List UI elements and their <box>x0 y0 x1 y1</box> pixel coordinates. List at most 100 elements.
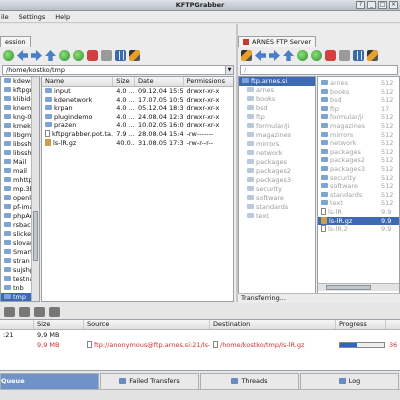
tree-item[interactable]: packages <box>239 158 315 167</box>
col-permissions[interactable]: Permissions <box>184 77 233 86</box>
remote-path-field[interactable]: / <box>240 65 398 75</box>
file-row[interactable]: bsd 512 <box>318 96 399 105</box>
tree-item[interactable]: bsd <box>239 104 315 113</box>
tree-item[interactable]: mirrors <box>239 140 315 149</box>
file-row[interactable]: text 512 <box>318 199 399 208</box>
menu-settings[interactable]: Settings <box>18 13 47 21</box>
tab-failed-transfers[interactable]: Failed Transfers <box>100 373 199 389</box>
file-row[interactable]: ls-lR.gz 9.9 <box>318 216 399 226</box>
forward-icon[interactable] <box>269 50 280 61</box>
col-size[interactable]: Size <box>113 77 136 86</box>
queue-col-progress[interactable]: Progress <box>336 320 386 329</box>
edit-icon[interactable] <box>367 50 378 61</box>
file-row[interactable]: software 512 <box>318 182 399 191</box>
view-icon[interactable] <box>353 50 364 61</box>
file-row[interactable]: plugindemo 4.0 ... 24.08.04 12:36 drwxr-xr-… <box>42 113 233 122</box>
tree-item[interactable]: standards <box>239 203 315 212</box>
view-icon[interactable] <box>115 50 126 61</box>
file-row[interactable]: kdenetwork 4.0 ... 17.07.05 10:51 drwxr-xr-… <box>42 96 233 105</box>
file-row[interactable]: magazines 512 <box>318 122 399 131</box>
queue-col-destination[interactable]: Destination <box>210 320 336 329</box>
home-icon[interactable] <box>73 50 84 61</box>
up-icon[interactable] <box>45 50 56 61</box>
tree-item[interactable]: network <box>239 149 315 158</box>
stop-icon[interactable] <box>87 50 98 61</box>
close-icon[interactable]: × <box>389 1 398 9</box>
file-row[interactable]: formular/ji 512 <box>318 113 399 122</box>
queue-col-source[interactable]: Source <box>84 320 210 329</box>
reload-icon[interactable] <box>59 50 70 61</box>
tab-log[interactable]: Log <box>300 373 399 389</box>
tree-item-root[interactable]: ftp.arnes.si <box>239 77 315 86</box>
queue-row[interactable]: 9,9 MB ftp://anonymous@ftp.arnes.si:21/ls… <box>0 340 400 350</box>
file-name: ls-lR.2 <box>328 225 348 234</box>
back-icon[interactable] <box>255 50 266 61</box>
menu-file[interactable]: ile <box>0 13 10 21</box>
tab-local-session[interactable]: ession <box>0 36 31 47</box>
file-row[interactable]: books 512 <box>318 88 399 97</box>
local-path-field[interactable]: /home/kostko/tmp ▼ <box>2 65 234 75</box>
file-row[interactable]: security 512 <box>318 174 399 183</box>
tree-item[interactable]: packages2 <box>239 167 315 176</box>
file-row[interactable]: ls-lR.gz 40.0... 31.08.05 17:31 -rw-r--r-- <box>42 138 233 148</box>
file-row[interactable]: packages2 512 <box>318 156 399 165</box>
tree-item[interactable]: books <box>239 95 315 104</box>
file-row[interactable]: input 4.0 ... 09.12.04 15:51 drwxr-xr-x <box>42 87 233 96</box>
file-row[interactable]: standards 512 <box>318 191 399 200</box>
queue-col-extra[interactable] <box>386 320 400 329</box>
menu-help[interactable]: Help <box>54 13 71 21</box>
folder-icon <box>4 141 11 146</box>
file-row[interactable]: arnes 512 <box>318 79 399 88</box>
disconnect-icon[interactable] <box>241 50 252 61</box>
tab-threads[interactable]: Threads <box>200 373 299 389</box>
tree-item[interactable]: formular/ji <box>239 122 315 131</box>
stop-icon[interactable] <box>325 50 336 61</box>
queue-col-size[interactable]: Size <box>34 320 84 329</box>
filter-icon[interactable] <box>101 50 112 61</box>
file-row[interactable]: ls-lR.2 9.9 <box>318 225 399 234</box>
home-icon[interactable] <box>311 50 322 61</box>
file-row[interactable]: packages 512 <box>318 148 399 157</box>
file-size: 4.0 ... <box>116 104 135 113</box>
back-icon[interactable] <box>17 50 28 61</box>
queue-row[interactable]: :21 9,9 MB <box>0 330 400 340</box>
minimize-icon[interactable]: _ <box>367 1 376 9</box>
col-date[interactable]: Date <box>135 77 184 86</box>
remote-list-hscroll[interactable] <box>318 283 399 291</box>
queue-filter-icon[interactable] <box>49 307 60 317</box>
queue-remove-icon[interactable] <box>34 307 45 317</box>
col-name[interactable]: Name <box>42 77 114 86</box>
chevron-down-icon[interactable]: ▼ <box>225 66 233 74</box>
tree-item[interactable]: magazines <box>239 131 315 140</box>
local-tree-scrollbar[interactable] <box>31 77 39 301</box>
file-row[interactable]: network 512 <box>318 139 399 148</box>
tree-item[interactable]: packages3 <box>239 176 315 185</box>
filter-icon[interactable] <box>339 50 350 61</box>
tree-item[interactable]: ftp <box>239 113 315 122</box>
maximize-icon[interactable]: □ <box>378 1 387 9</box>
file-row[interactable]: kftpgrabber.pot.ta... 7.9 ... 28.08.04 15:… <box>42 129 233 139</box>
folder-icon <box>45 113 52 119</box>
tree-item[interactable]: text <box>239 212 315 221</box>
forward-icon[interactable] <box>31 50 42 61</box>
tree-item[interactable]: security <box>239 185 315 194</box>
file-row[interactable]: ftp 17 <box>318 105 399 114</box>
tree-item[interactable]: arnes <box>239 86 315 95</box>
file-row[interactable]: ls-lR 9.9 <box>318 207 399 217</box>
file-row[interactable]: mirrors 512 <box>318 131 399 140</box>
queue-start-icon[interactable] <box>4 307 15 317</box>
tree-item[interactable]: software <box>239 194 315 203</box>
tab-remote-session[interactable]: ARNES FTP Server <box>238 36 317 47</box>
queue-stop-icon[interactable] <box>19 307 30 317</box>
file-row[interactable]: packages3 512 <box>318 165 399 174</box>
reload-icon[interactable] <box>297 50 308 61</box>
tab-queue[interactable]: Queue <box>0 373 99 389</box>
help-window-icon[interactable]: ? <box>356 1 365 9</box>
queue-col-0[interactable] <box>0 320 34 329</box>
edit-icon[interactable] <box>129 50 140 61</box>
connect-icon[interactable] <box>3 50 14 61</box>
file-row[interactable]: krpan 4.0 ... 05.12.04 18:36 drwxr-xr-x <box>42 104 233 113</box>
up-icon[interactable] <box>283 50 294 61</box>
file-row[interactable]: prazen 4.0 ... 10.02.05 16:03 drwxr-xr-x <box>42 121 233 130</box>
close-tab-icon[interactable] <box>243 39 249 45</box>
